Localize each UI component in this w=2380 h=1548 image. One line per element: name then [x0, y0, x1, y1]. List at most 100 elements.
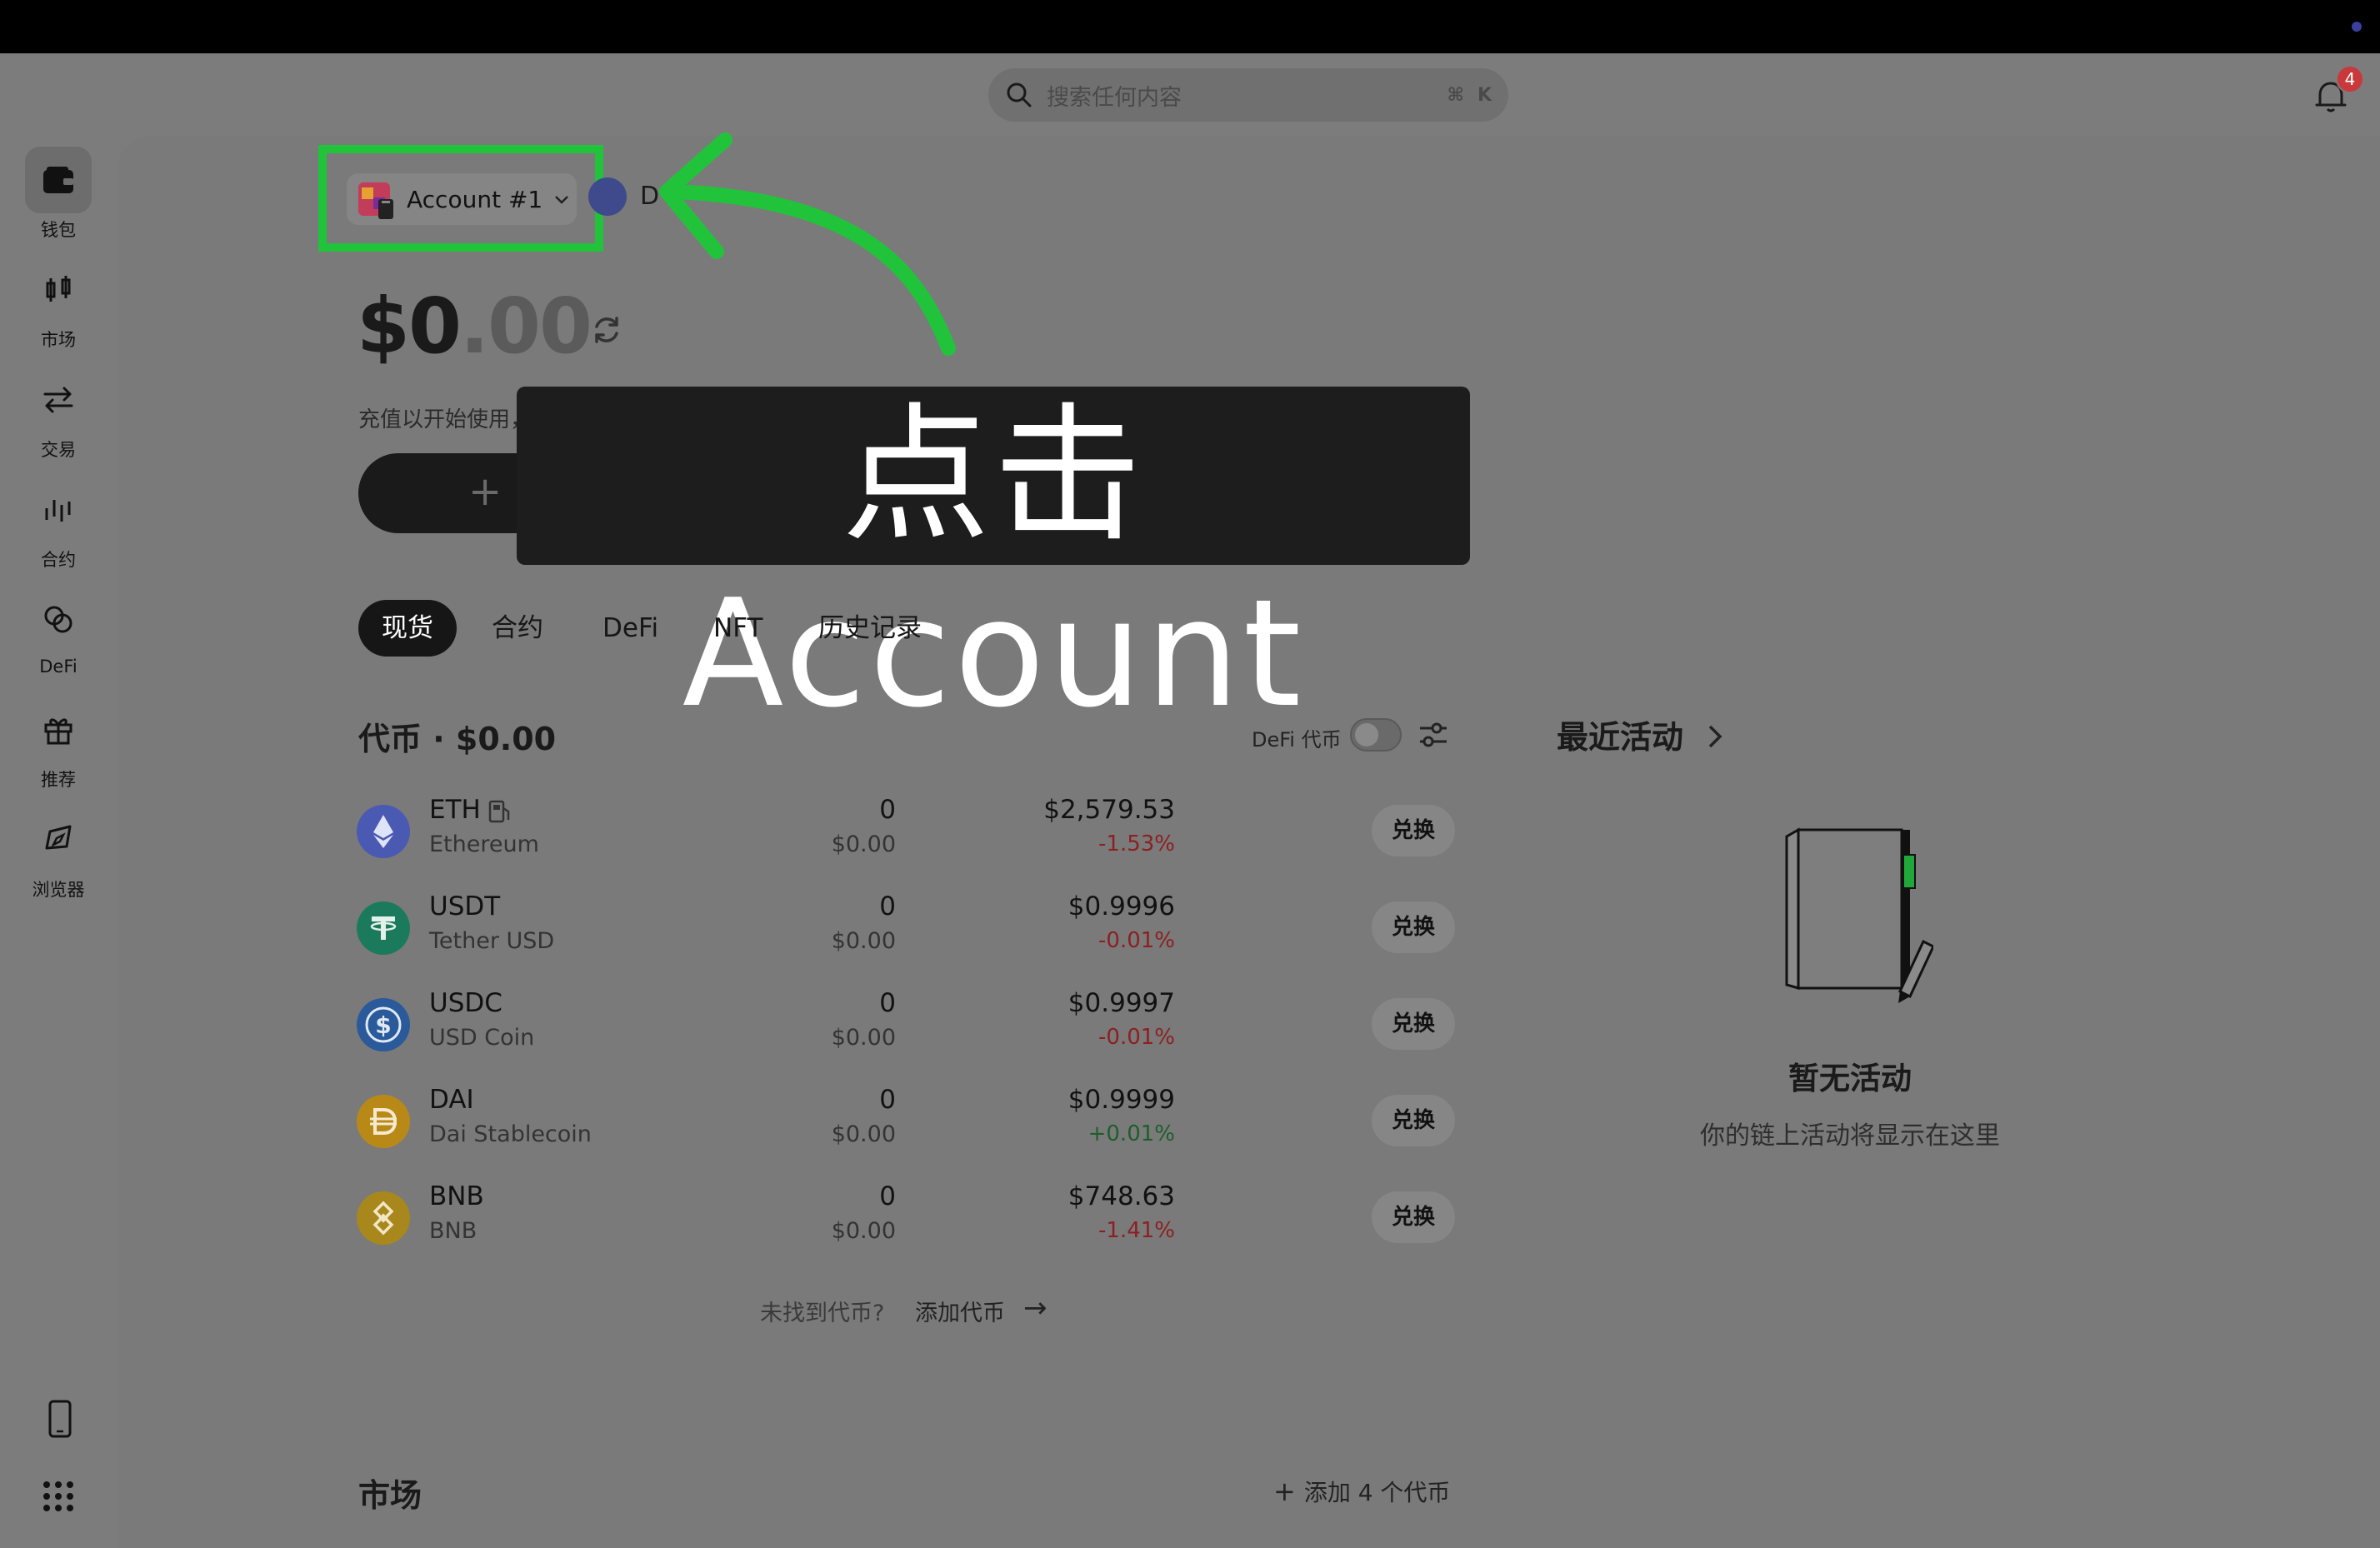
- token-row-bnb[interactable]: BNB BNB 0 $0.00 $748.63 -1.41% 兑换: [357, 1181, 1457, 1265]
- token-value: $0.00: [831, 1218, 896, 1244]
- swap-button[interactable]: 兑换: [1372, 805, 1455, 856]
- tab-history[interactable]: 历史记录: [818, 600, 922, 657]
- sidebar-item-label: 推荐: [41, 770, 76, 790]
- search-icon: [1007, 82, 1032, 107]
- token-symbol: DAI: [429, 1085, 474, 1115]
- token-change: +0.01%: [1088, 1121, 1175, 1146]
- total-balance: $0.00: [357, 282, 592, 371]
- defi-circles-icon: [25, 587, 92, 653]
- compass-icon: [25, 806, 92, 873]
- bars-icon: [25, 477, 92, 543]
- add-tokens-button[interactable]: + 添加 4 个代币: [1273, 1475, 1450, 1508]
- phone-icon[interactable]: [43, 1400, 77, 1438]
- sidebar-item-label: DeFi: [39, 657, 78, 677]
- bnb-coin-icon: [357, 1191, 410, 1245]
- search-shortcut: ⌘ K: [1448, 85, 1492, 106]
- gas-pump-icon: [488, 800, 510, 823]
- apps-grid-icon[interactable]: [42, 1480, 75, 1513]
- swap-button[interactable]: 兑换: [1372, 998, 1455, 1050]
- search-placeholder: 搜索任何内容: [1047, 84, 1182, 111]
- token-price: $2,579.53: [1043, 795, 1175, 825]
- market-section-title: 市场: [358, 1477, 422, 1514]
- empty-activity-title: 暂无活动: [1788, 1061, 1912, 1096]
- token-value: $0.00: [831, 928, 896, 954]
- recent-activity-title[interactable]: 最近活动: [1557, 712, 1683, 757]
- defi-tokens-toggle[interactable]: [1350, 718, 1402, 752]
- search-bar[interactable]: 搜索任何内容 ⌘ K: [988, 68, 1508, 122]
- token-price: $0.9999: [1068, 1085, 1175, 1115]
- notification-badge: 4: [2336, 65, 2364, 93]
- sidebar-item-label: 市场: [41, 330, 76, 350]
- shortcut-key: K: [1477, 84, 1492, 106]
- sidebar-item-trade[interactable]: 交易: [17, 367, 100, 462]
- plus-icon: +: [468, 468, 502, 515]
- swap-arrows-icon: [25, 367, 92, 433]
- sidebar-item-futures[interactable]: 合约: [17, 477, 100, 572]
- token-symbol: BNB: [429, 1181, 484, 1211]
- sidebar-item-defi[interactable]: DeFi: [17, 587, 100, 677]
- refresh-icon[interactable]: [588, 312, 625, 348]
- token-name: USD Coin: [429, 1025, 535, 1051]
- shortcut-symbol: ⌘: [1447, 84, 1464, 106]
- token-row-eth[interactable]: ETH Ethereum 0 $0.00 $2,579.53 -1.53% 兑换: [357, 795, 1457, 878]
- token-value: $0.00: [831, 1121, 896, 1147]
- swap-button[interactable]: 兑换: [1372, 1095, 1455, 1146]
- eth-coin-icon: [357, 805, 410, 858]
- token-row-usdc[interactable]: $ USDC USD Coin 0 $0.00 $0.9997 -0.01% 兑…: [357, 988, 1457, 1071]
- token-row-usdt[interactable]: USDT Tether USD 0 $0.00 $0.9996 -0.01% 兑…: [357, 891, 1457, 975]
- token-change: -0.01%: [1098, 1025, 1175, 1050]
- sidebar-item-label: 交易: [41, 440, 76, 460]
- token-value: $0.00: [831, 1025, 896, 1051]
- sidebar-item-label: 合约: [41, 550, 76, 570]
- balance-whole: $0: [357, 282, 462, 371]
- tutorial-highlight-box: [318, 145, 603, 252]
- token-price: $748.63: [1068, 1181, 1175, 1211]
- notebook-illustration-icon: [1785, 827, 1933, 1003]
- filter-sliders-icon[interactable]: [1417, 718, 1450, 752]
- chevron-right-icon[interactable]: [1703, 720, 1727, 753]
- usdt-coin-icon: [357, 901, 410, 955]
- tokens-title: 代币 · $0.00: [358, 721, 557, 757]
- token-row-dai[interactable]: DAI Dai Stablecoin 0 $0.00 $0.9999 +0.01…: [357, 1085, 1457, 1168]
- tab-nft[interactable]: NFT: [713, 600, 762, 657]
- sidebar-item-wallet[interactable]: 钱包: [17, 147, 100, 242]
- svg-text:$: $: [375, 1011, 391, 1039]
- sidebar-item-label: 钱包: [41, 220, 76, 240]
- token-change: -1.41%: [1098, 1218, 1175, 1243]
- usdc-coin-icon: $: [357, 998, 410, 1051]
- balance-decimals: .00: [460, 282, 592, 371]
- sidebar-item-browser[interactable]: 浏览器: [17, 806, 100, 901]
- token-name: Ethereum: [429, 831, 539, 857]
- token-name: BNB: [429, 1218, 478, 1244]
- sidebar-item-market[interactable]: 市场: [17, 257, 100, 352]
- token-amount: 0: [879, 988, 896, 1018]
- token-value: $0.00: [831, 831, 896, 857]
- token-amount: 0: [879, 1181, 896, 1211]
- tab-defi[interactable]: DeFi: [602, 600, 658, 657]
- swap-button[interactable]: 兑换: [1372, 1191, 1455, 1243]
- swap-button[interactable]: 兑换: [1372, 901, 1455, 953]
- sidebar-item-label: 浏览器: [32, 880, 85, 900]
- tutorial-caption: 点击 Account: [517, 387, 1470, 740]
- status-dot: [2352, 22, 2362, 32]
- arrow-right-icon[interactable]: →: [1023, 1291, 1048, 1325]
- tutorial-arrow-icon: [659, 132, 956, 356]
- add-tokens-label: 添加 4 个代币: [1303, 1479, 1451, 1506]
- token-amount: 0: [879, 795, 896, 825]
- dai-coin-icon: [357, 1095, 410, 1148]
- token-price: $0.9996: [1068, 891, 1175, 921]
- toggle-knob: [1355, 723, 1378, 747]
- plus-icon: +: [1273, 1476, 1296, 1507]
- token-amount: 0: [879, 1085, 896, 1115]
- chain-icon[interactable]: [588, 177, 627, 216]
- token-change: -0.01%: [1098, 928, 1175, 953]
- token-name: Tether USD: [429, 928, 555, 954]
- tab-futures[interactable]: 合约: [492, 600, 543, 657]
- tab-spot[interactable]: 现货: [358, 600, 457, 657]
- empty-activity-subtitle: 你的链上活动将显示在这里: [1700, 1121, 2000, 1151]
- token-amount: 0: [879, 891, 896, 921]
- token-symbol: ETH: [429, 795, 481, 825]
- add-token-link[interactable]: 添加代币: [915, 1295, 1005, 1327]
- sidebar-item-referral[interactable]: 推荐: [17, 697, 100, 791]
- defi-toggle-label: DeFi 代币: [1252, 728, 1342, 752]
